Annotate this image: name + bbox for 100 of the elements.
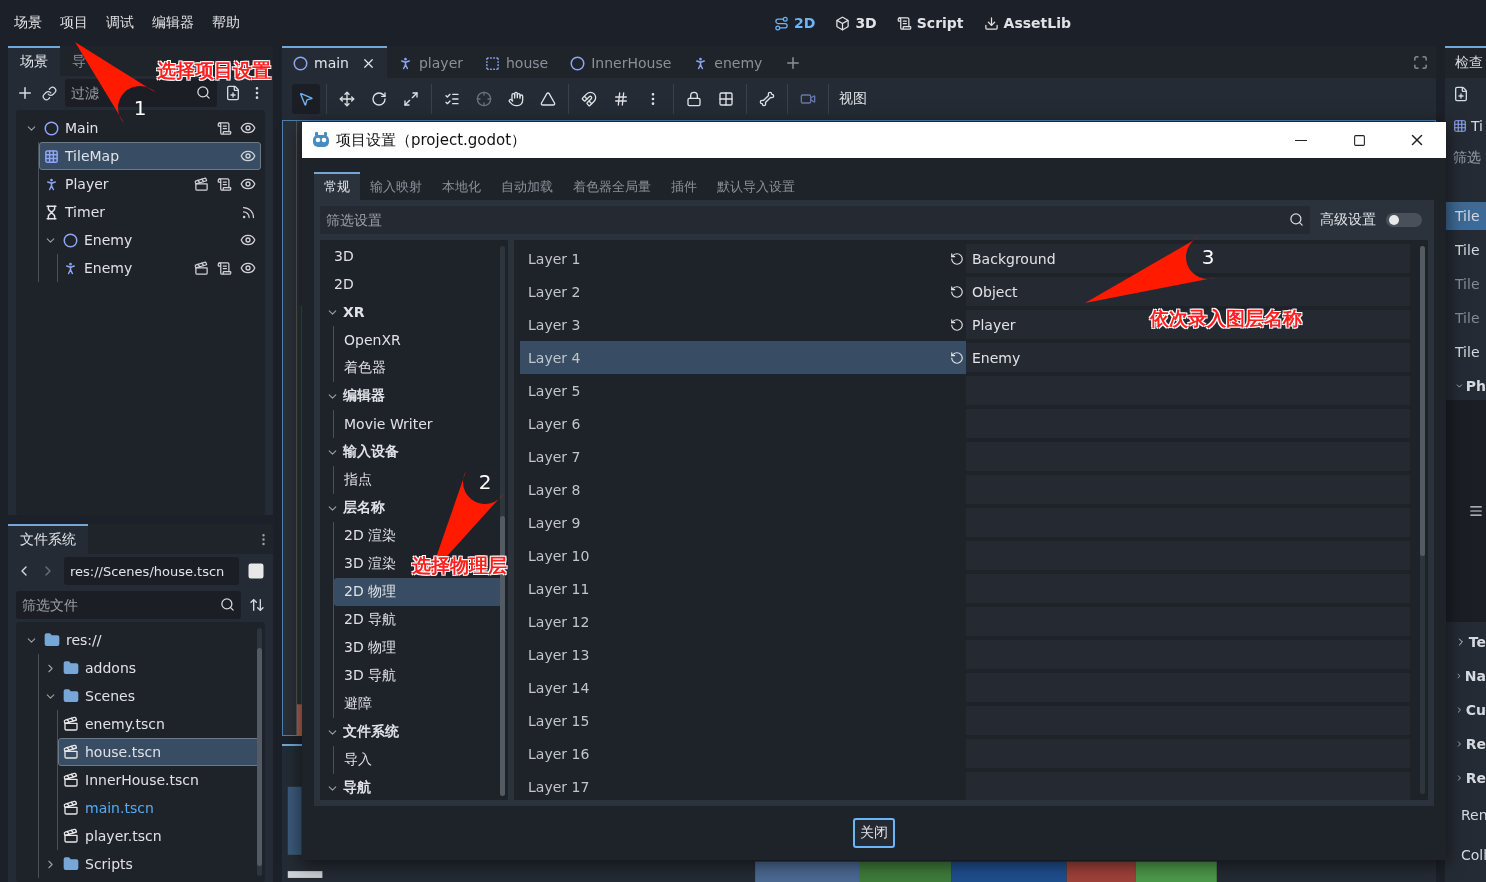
square-icon[interactable] <box>247 562 265 580</box>
add-icon[interactable] <box>16 84 34 102</box>
inspector-property[interactable]: Re <box>1445 730 1486 758</box>
clapperboard-icon[interactable] <box>194 176 209 192</box>
settings-section-item[interactable]: 2D 渲染 <box>334 522 405 550</box>
layer-label-cell[interactable]: Layer 3 <box>520 308 966 341</box>
settings-tab[interactable]: 自动加载 <box>491 172 563 200</box>
signal-icon[interactable] <box>241 204 256 220</box>
tool-button[interactable] <box>292 84 320 114</box>
file-item[interactable]: player.tscn <box>58 822 261 850</box>
settings-tab[interactable]: 默认导入设置 <box>707 172 805 200</box>
settings-section-item[interactable]: 3D <box>324 242 362 270</box>
revert-button[interactable] <box>950 350 964 365</box>
inspector-property[interactable]: Te <box>1445 628 1486 656</box>
folder-item[interactable]: addons <box>39 654 261 682</box>
view-menu[interactable]: 视图 <box>829 90 877 108</box>
scene-tree-item[interactable]: Enemy <box>58 254 261 282</box>
eye-icon[interactable] <box>240 260 256 276</box>
revert-button[interactable] <box>950 284 964 299</box>
settings-group[interactable]: 文件系统 <box>324 718 407 746</box>
scene-tab[interactable]: InnerHouse <box>559 46 683 78</box>
settings-section-item[interactable]: 3D 渲染 <box>334 550 405 578</box>
settings-section-item[interactable]: OpenXR <box>334 326 409 354</box>
sort-icon[interactable] <box>249 597 265 613</box>
add-script-icon[interactable] <box>225 85 241 101</box>
settings-section-item[interactable]: 避障 <box>334 690 380 718</box>
settings-section-item[interactable]: 2D 导航 <box>334 606 405 634</box>
workspace-tab[interactable]: 2D <box>772 13 818 33</box>
inspector-property[interactable]: Na <box>1445 662 1486 690</box>
inspector-property[interactable]: Cu <box>1445 696 1486 724</box>
file-item[interactable]: InnerHouse.tscn <box>58 766 261 794</box>
layer-label-cell[interactable]: Layer 4 <box>520 341 966 374</box>
eye-icon[interactable] <box>240 148 256 164</box>
folder-item[interactable]: Scripts <box>39 850 261 878</box>
menu-item[interactable]: 帮助 <box>206 14 246 32</box>
scene-tab[interactable]: house <box>474 46 560 78</box>
dock-tab[interactable]: 文件系统 <box>8 524 88 554</box>
settings-section-item[interactable]: 2D <box>324 270 362 298</box>
settings-group[interactable]: 编辑器 <box>324 382 393 410</box>
layer-label-cell[interactable]: Layer 6 <box>520 407 966 440</box>
workspace-tab[interactable]: Script <box>894 13 966 33</box>
eye-icon[interactable] <box>240 120 256 136</box>
layer-label-cell[interactable]: Layer 17 <box>520 770 966 800</box>
scrollbar[interactable] <box>1420 246 1425 794</box>
settings-group[interactable]: 导航 <box>324 774 379 800</box>
revert-button[interactable] <box>950 317 964 332</box>
dock-tab[interactable]: 场景 <box>8 46 60 76</box>
link-icon[interactable] <box>42 85 57 101</box>
menu-item[interactable]: 场景 <box>8 14 48 32</box>
layer-label-cell[interactable]: Layer 14 <box>520 671 966 704</box>
scene-tab[interactable]: enemy <box>682 46 774 78</box>
file-item[interactable]: main.tscn <box>58 794 261 822</box>
layer-label-cell[interactable]: Layer 15 <box>520 704 966 737</box>
eye-icon[interactable] <box>240 232 256 248</box>
workspace-tab[interactable]: AssetLib <box>981 13 1073 33</box>
inspector-property[interactable]: Re <box>1445 764 1486 792</box>
settings-tab[interactable]: 输入映射 <box>360 172 432 200</box>
layer-label-cell[interactable]: Layer 7 <box>520 440 966 473</box>
inspector-property[interactable]: Tile <box>1445 338 1486 366</box>
filter-field[interactable]: 筛选 <box>1453 149 1481 167</box>
script-icon[interactable] <box>217 260 232 276</box>
inspector-property[interactable]: Coll <box>1445 838 1486 872</box>
settings-section-item[interactable]: 导入 <box>334 746 380 774</box>
scene-tab[interactable]: player <box>387 46 474 78</box>
layer-label-cell[interactable]: Layer 9 <box>520 506 966 539</box>
menu-item[interactable]: 编辑器 <box>146 14 200 32</box>
filter-field[interactable]: 筛选文件 <box>16 591 241 619</box>
layer-label-cell[interactable]: Layer 5 <box>520 374 966 407</box>
layer-label-cell[interactable]: Layer 12 <box>520 605 966 638</box>
settings-group[interactable]: 输入设备 <box>324 438 407 466</box>
settings-section-item[interactable]: Movie Writer <box>334 410 441 438</box>
clapperboard-icon[interactable] <box>194 260 209 276</box>
settings-tab[interactable]: 本地化 <box>432 172 491 200</box>
inspector-property[interactable]: Ren <box>1445 798 1486 832</box>
layer-label-cell[interactable]: Layer 13 <box>520 638 966 671</box>
layer-label-cell[interactable]: Layer 2 <box>520 275 966 308</box>
fullscreen-icon[interactable] <box>1413 54 1428 70</box>
settings-tab[interactable]: 着色器全局量 <box>563 172 661 200</box>
folder-item[interactable]: res:// <box>20 626 261 654</box>
scene-tree-item[interactable]: Enemy <box>39 226 261 254</box>
layer-name-field[interactable]: Enemy <box>966 343 1410 372</box>
new-resource-icon[interactable] <box>1453 86 1469 102</box>
workspace-tab[interactable]: 3D <box>833 13 879 33</box>
inspector-property[interactable]: Tile <box>1445 236 1486 264</box>
script-icon[interactable] <box>217 176 232 192</box>
revert-button[interactable] <box>950 251 964 266</box>
layer-label-cell[interactable]: Layer 1 <box>520 242 966 275</box>
scene-tab[interactable]: main <box>282 46 387 78</box>
close-button[interactable]: 关闭 <box>853 818 895 848</box>
script-icon[interactable] <box>217 120 232 136</box>
settings-section-item[interactable]: 指点 <box>334 466 380 494</box>
layer-label-cell[interactable]: Layer 16 <box>520 737 966 770</box>
layer-label-cell[interactable]: Layer 10 <box>520 539 966 572</box>
inspector-tab[interactable]: 检查 <box>1445 46 1486 78</box>
menu-item[interactable]: 项目 <box>54 14 94 32</box>
inspector-property[interactable]: Ph <box>1445 372 1486 400</box>
settings-tab[interactable]: 常规 <box>314 172 360 200</box>
settings-section-item[interactable]: 着色器 <box>334 354 394 382</box>
inspector-property[interactable]: Tile <box>1445 202 1486 230</box>
settings-section-item[interactable]: 3D 导航 <box>334 662 405 690</box>
